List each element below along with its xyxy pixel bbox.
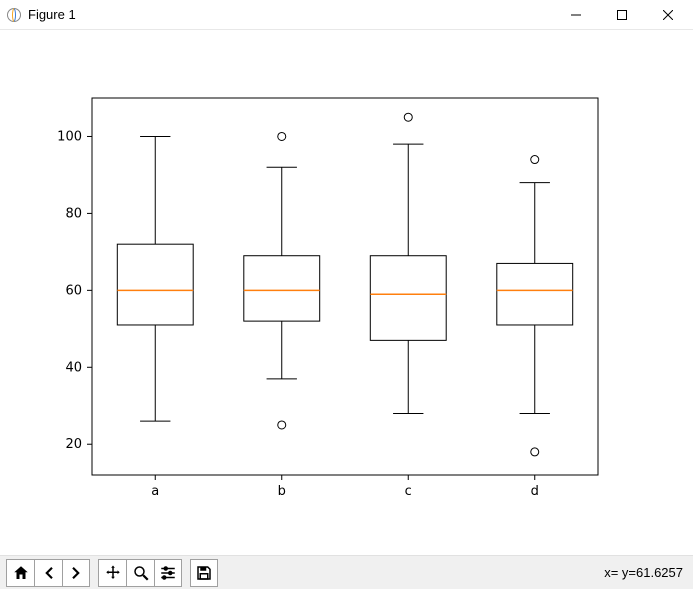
configure-subplots-button[interactable] <box>154 559 182 587</box>
x-tick-label: d <box>531 484 539 499</box>
y-tick-label: 80 <box>65 206 82 221</box>
x-tick-label: b <box>278 484 286 499</box>
x-tick-label: a <box>151 484 159 499</box>
window-titlebar: Figure 1 <box>0 0 693 30</box>
y-tick-label: 100 <box>57 129 82 144</box>
x-tick-label: c <box>405 484 412 499</box>
y-tick-label: 60 <box>65 283 82 298</box>
figure-canvas[interactable]: 20 40 60 80 100 a b c d <box>0 30 693 555</box>
forward-button[interactable] <box>62 559 90 587</box>
cursor-coordinates: x= y=61.6257 <box>604 565 687 580</box>
back-button[interactable] <box>34 559 62 587</box>
minimize-button[interactable] <box>553 0 599 30</box>
app-icon <box>6 7 22 23</box>
close-button[interactable] <box>645 0 691 30</box>
pan-button[interactable] <box>98 559 126 587</box>
y-tick-label: 20 <box>65 437 82 452</box>
window-title: Figure 1 <box>28 7 76 22</box>
save-button[interactable] <box>190 559 218 587</box>
maximize-button[interactable] <box>599 0 645 30</box>
zoom-button[interactable] <box>126 559 154 587</box>
nav-toolbar: x= y=61.6257 <box>0 555 693 589</box>
home-button[interactable] <box>6 559 34 587</box>
y-tick-label: 40 <box>65 360 82 375</box>
